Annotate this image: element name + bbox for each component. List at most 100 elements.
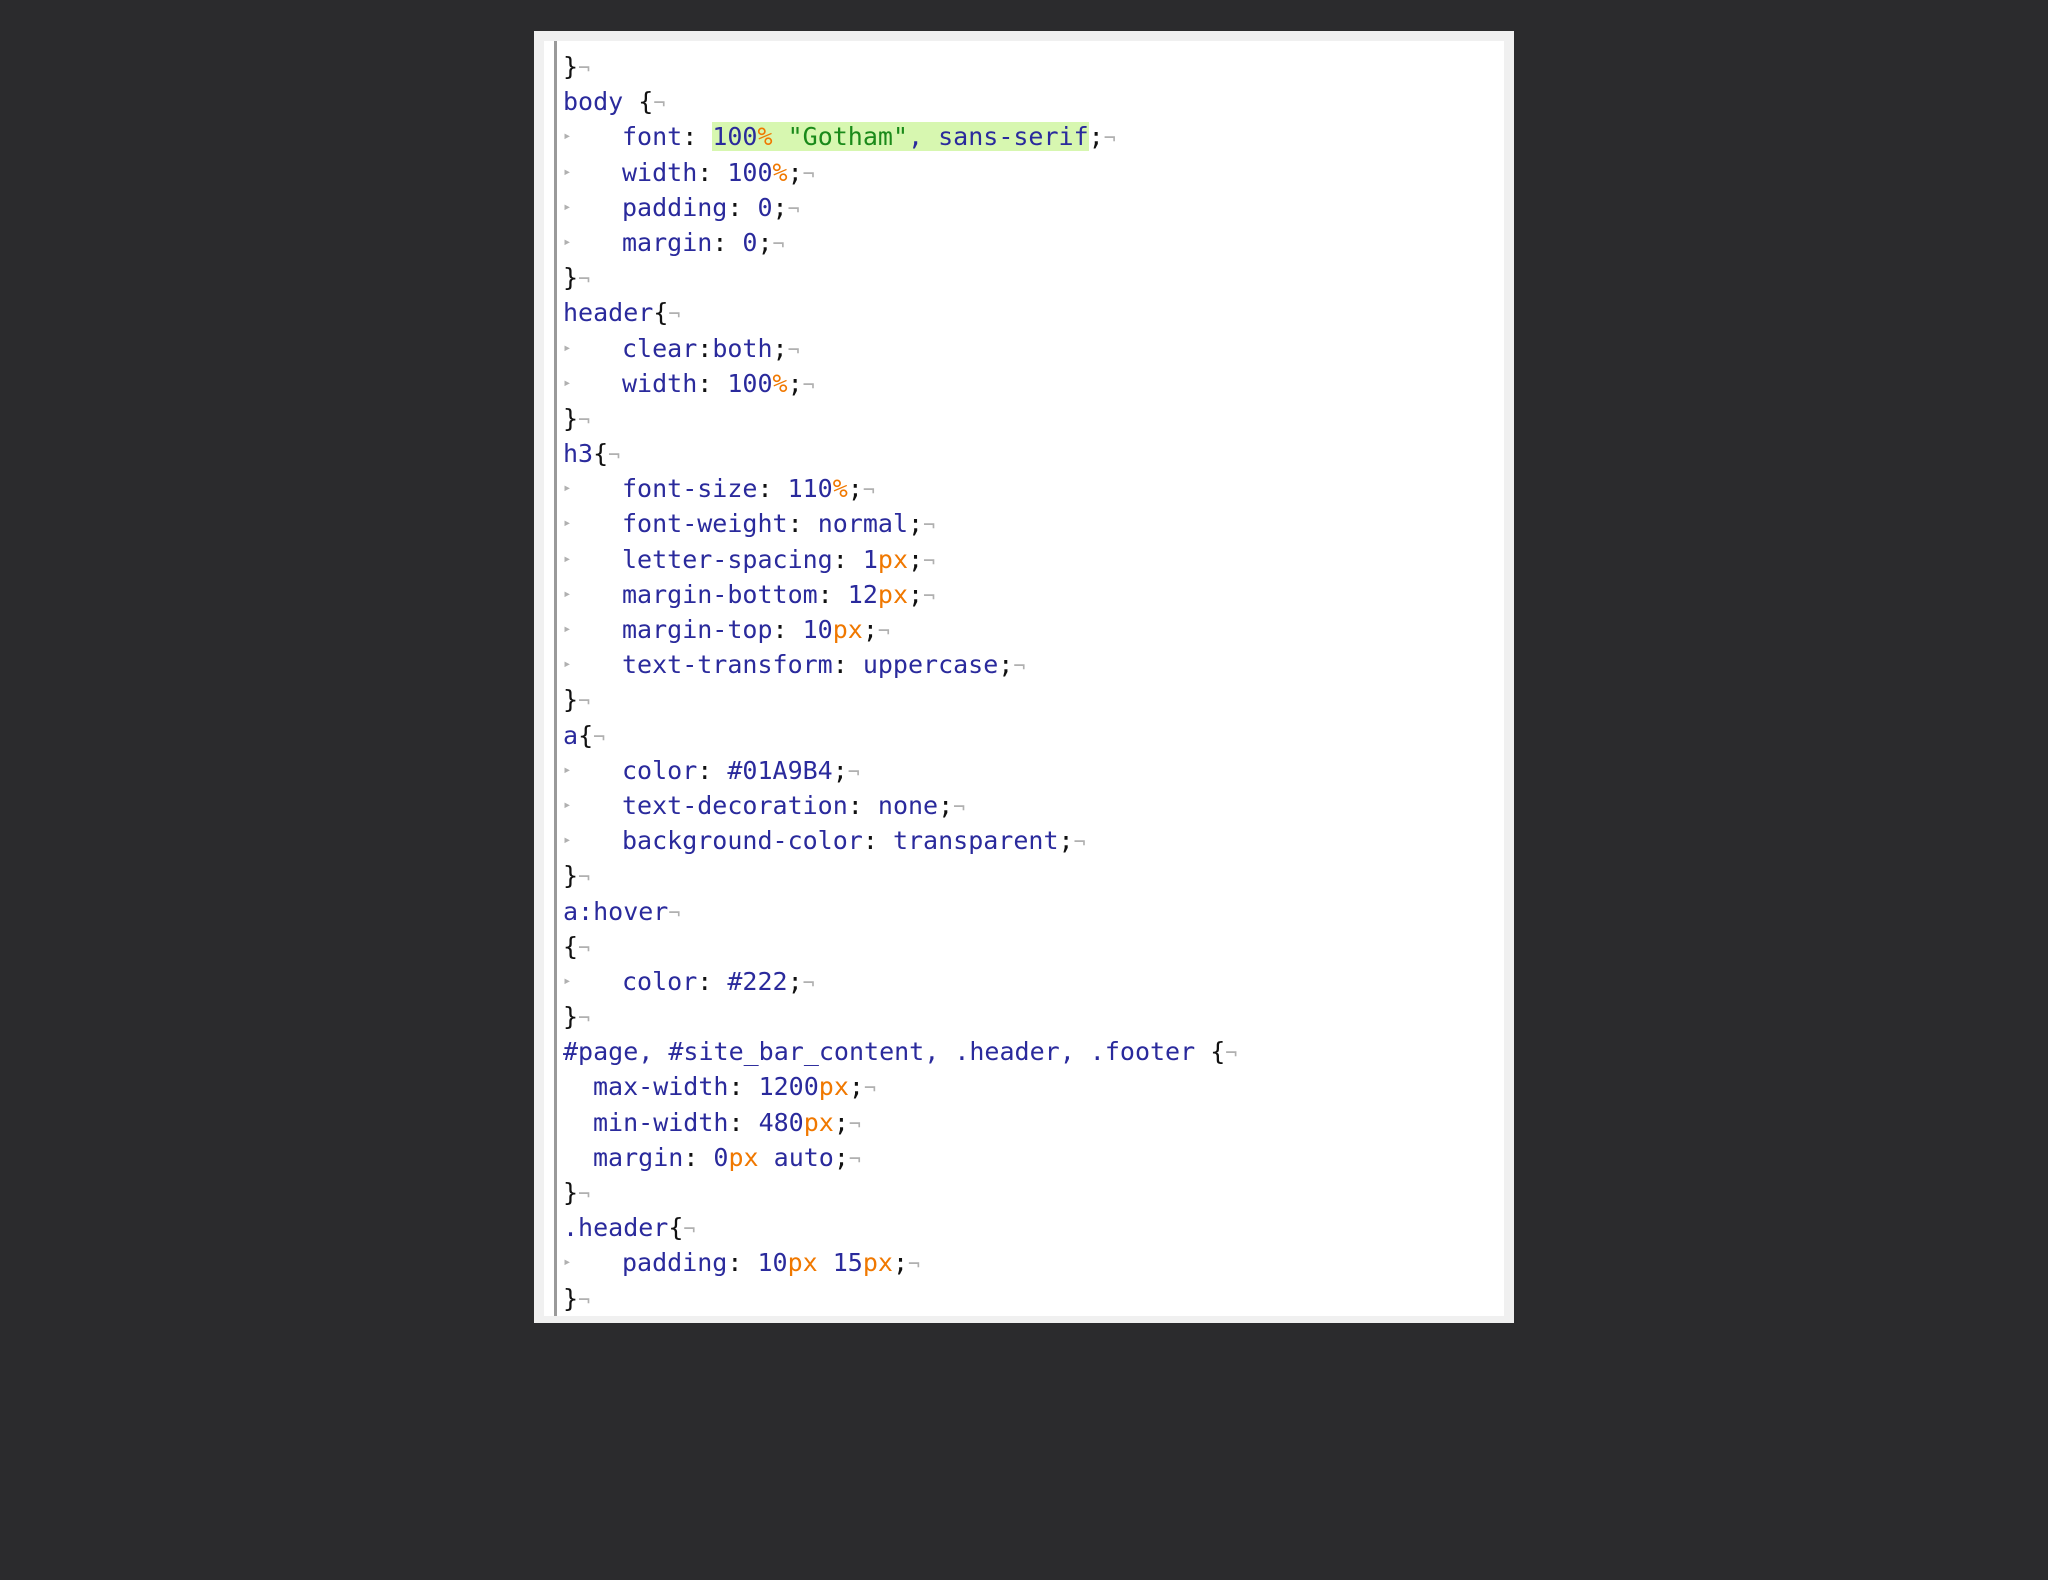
code-token: clear xyxy=(622,333,698,363)
code-token: margin xyxy=(622,227,713,257)
code-line: ▸ clear:both;¬ xyxy=(563,331,1494,366)
code-line: }¬ xyxy=(563,401,1494,436)
code-token: min-width xyxy=(593,1107,729,1137)
code-token: 12 xyxy=(847,579,878,609)
code-line: min-width: 480px;¬ xyxy=(563,1105,1494,1140)
code-line: ▸ margin-bottom: 12px;¬ xyxy=(563,577,1494,612)
code-token: header xyxy=(563,298,654,328)
code-line: }¬ xyxy=(563,682,1494,717)
code-token: } xyxy=(563,1178,579,1207)
code-token: { xyxy=(1210,1037,1226,1067)
tab-marker-icon: ▸ xyxy=(563,128,572,145)
code-token: ; xyxy=(772,192,788,222)
code-token: uppercase xyxy=(862,650,999,680)
code-token: h3 xyxy=(563,439,594,469)
code-line: ▸ font-size: 110%;¬ xyxy=(563,471,1494,506)
tab-marker-icon: ▸ xyxy=(563,198,572,215)
tab-marker-icon: ▸ xyxy=(563,585,572,602)
code-token: px xyxy=(787,1248,818,1278)
code-token: } xyxy=(563,685,579,715)
code-token: { xyxy=(638,87,654,117)
code-token: % xyxy=(772,368,788,398)
code-token: : xyxy=(727,192,758,222)
code-token: ; xyxy=(1088,122,1104,152)
line-end-icon: ¬ xyxy=(1103,126,1116,151)
code-token: padding xyxy=(622,1248,728,1278)
code-token: color xyxy=(622,966,698,996)
tab-marker-icon: ▸ xyxy=(563,796,572,813)
code-token: 110 xyxy=(787,474,833,504)
code-token: ; xyxy=(908,509,924,539)
code-line: ▸ font: 100% "Gotham", sans-serif;¬ xyxy=(563,119,1494,154)
code-token: } xyxy=(563,1002,579,1032)
tab-marker-icon: ▸ xyxy=(563,233,572,250)
code-token: ; xyxy=(908,579,924,609)
code-token: max-width xyxy=(593,1072,729,1102)
code-token: .header xyxy=(563,1213,669,1243)
code-token: : xyxy=(697,157,728,187)
line-end-icon: ¬ xyxy=(578,1287,591,1312)
code-token: px xyxy=(803,1107,834,1137)
code-token: transparent xyxy=(892,826,1059,856)
code-line: ▸ text-transform: uppercase;¬ xyxy=(563,647,1494,682)
code-line: ▸ padding: 10px 15px;¬ xyxy=(563,1245,1494,1280)
code-line: ▸ margin: 0;¬ xyxy=(563,225,1494,260)
code-token: : xyxy=(847,790,878,820)
code-token: : xyxy=(832,650,863,680)
line-end-icon: ¬ xyxy=(578,407,591,432)
code-token: } xyxy=(563,861,579,891)
code-token: : xyxy=(682,122,713,152)
code-line: header{¬ xyxy=(563,295,1494,330)
code-token: : xyxy=(728,1072,759,1102)
code-token: ; xyxy=(833,1142,849,1172)
code-token: } xyxy=(563,52,579,81)
tab-marker-icon: ▸ xyxy=(563,480,572,497)
code-editor[interactable]: }¬ body {¬ ▸ font: 100% "Gotham", sans-seri… xyxy=(544,41,1504,1316)
code-line: #page, #site_bar_content, .header, .foot… xyxy=(563,1034,1494,1069)
code-token: ; xyxy=(908,544,924,574)
code-token: width xyxy=(622,368,698,398)
line-end-icon: ¬ xyxy=(578,865,591,890)
code-token: ; xyxy=(757,227,773,257)
code-token: both xyxy=(712,333,773,363)
tab-marker-icon: ▸ xyxy=(563,972,572,989)
code-content[interactable]: }¬ body {¬ ▸ font: 100% "Gotham", sans-seri… xyxy=(563,49,1494,1316)
code-token: 480 xyxy=(758,1107,804,1137)
code-token: font xyxy=(622,122,683,152)
line-end-icon: ¬ xyxy=(1013,654,1026,679)
editor-gutter-line xyxy=(554,41,557,1316)
code-token: background-color xyxy=(622,826,863,856)
code-token: ; xyxy=(998,650,1014,680)
tab-marker-icon: ▸ xyxy=(563,761,572,778)
tab-marker-icon: ▸ xyxy=(563,515,572,532)
code-token: #01A9B4 xyxy=(727,755,833,785)
code-token: 15 xyxy=(817,1248,863,1278)
code-token: width xyxy=(622,157,698,187)
line-end-icon: ¬ xyxy=(847,759,860,784)
code-token: : xyxy=(757,474,788,504)
code-token: #page, #site_bar_content, .header, .foot… xyxy=(563,1037,1211,1067)
code-token: ; xyxy=(832,755,848,785)
tab-marker-icon: ▸ xyxy=(563,374,572,391)
tab-marker-icon: ▸ xyxy=(563,656,572,673)
code-line: a:hover¬ xyxy=(563,894,1494,929)
line-end-icon: ¬ xyxy=(863,1076,877,1101)
code-line: ▸ font-weight: normal;¬ xyxy=(563,506,1494,541)
code-token: a xyxy=(563,720,579,750)
code-token: : xyxy=(832,544,863,574)
code-token: % xyxy=(832,474,848,504)
tab-marker-icon: ▸ xyxy=(563,832,572,849)
line-end-icon: ¬ xyxy=(683,1217,696,1242)
code-token: normal xyxy=(817,509,908,539)
code-line: margin: 0px auto;¬ xyxy=(563,1140,1494,1175)
code-line: }¬ xyxy=(563,1281,1494,1316)
line-end-icon: ¬ xyxy=(848,1111,861,1136)
code-token: 10 xyxy=(757,1248,788,1278)
code-token: ; xyxy=(787,368,803,398)
code-token: } xyxy=(563,1283,579,1313)
code-token: ; xyxy=(938,790,954,820)
line-end-icon: ¬ xyxy=(802,970,815,995)
code-token: body xyxy=(563,87,639,117)
line-end-icon: ¬ xyxy=(923,583,936,608)
line-end-icon: ¬ xyxy=(653,91,666,116)
